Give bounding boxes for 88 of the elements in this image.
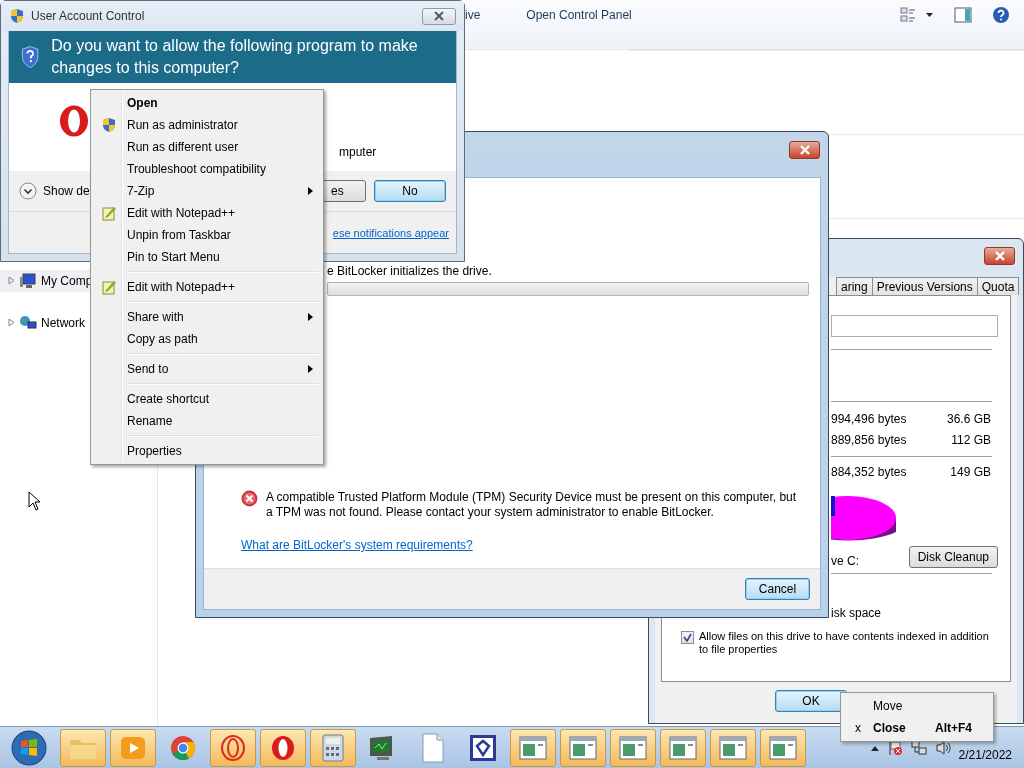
menu-item[interactable]: Create shortcut	[93, 388, 321, 410]
document-icon[interactable]	[421, 732, 445, 763]
menu-item[interactable]: Pin to Start Menu	[93, 246, 321, 268]
requirements-link[interactable]: What are BitLocker's system requirements?	[241, 538, 473, 552]
close-button[interactable]	[789, 141, 820, 159]
close-button[interactable]	[984, 247, 1015, 265]
shield-icon	[101, 117, 117, 133]
menu-item[interactable]: Send to	[93, 358, 321, 380]
taskbar-button[interactable]	[260, 728, 306, 767]
menu-item[interactable]: Troubleshoot compatibility	[93, 158, 321, 180]
mouse-pointer-icon	[28, 491, 42, 511]
help-icon[interactable]	[992, 6, 1010, 24]
chrome-icon[interactable]	[169, 733, 197, 762]
notepad-icon	[101, 279, 117, 295]
toolbar-button[interactable]: ive	[465, 8, 481, 22]
show-hidden-icons-icon[interactable]	[870, 744, 879, 751]
menu-item[interactable]: Unpin from Taskbar	[93, 224, 321, 246]
window-title: User Account Control	[31, 9, 145, 23]
drive-label: ve C:	[831, 554, 860, 568]
network-icon	[19, 315, 37, 331]
close-icon	[993, 251, 1006, 261]
close-button[interactable]	[422, 7, 456, 25]
byte-count: 884,352 bytes	[831, 464, 908, 479]
name-field[interactable]	[831, 315, 998, 337]
tab[interactable]: Quota	[976, 277, 1020, 295]
uac-question: Do you want to allow the following program to make changes to this computer?	[51, 36, 419, 78]
byte-count: 889,856 bytes	[831, 432, 908, 447]
opera-icon[interactable]	[269, 733, 297, 762]
option-label: isk space	[831, 606, 883, 620]
no-button[interactable]: No	[374, 180, 446, 202]
ring-icon[interactable]	[219, 733, 247, 762]
menu-item[interactable]: Edit with Notepad++	[93, 202, 321, 224]
menu-item[interactable]: x Close Alt+F4	[843, 717, 991, 739]
menu-item[interactable]: Edit with Notepad++	[93, 276, 321, 298]
tree-item[interactable]: Network	[41, 316, 85, 330]
yes-button[interactable]: es	[322, 180, 366, 202]
tab[interactable]: Previous Versions	[871, 277, 978, 295]
window-icon[interactable]	[618, 734, 648, 761]
collapsed-arrow-icon[interactable]	[8, 276, 15, 285]
close-icon	[798, 145, 811, 155]
collapsed-arrow-icon[interactable]	[8, 318, 15, 327]
taskbar-button[interactable]	[310, 728, 356, 767]
byte-count: 994,496 bytes	[831, 411, 908, 426]
close-icon	[433, 11, 445, 21]
window-icon[interactable]	[518, 734, 548, 761]
menu-item[interactable]: Run as administrator	[93, 114, 321, 136]
notepad-icon	[101, 205, 117, 221]
show-details-button[interactable]: Show de	[19, 182, 90, 200]
disk-cleanup-button[interactable]: Disk Cleanup	[908, 546, 998, 568]
ok-button[interactable]: OK	[775, 690, 847, 712]
size-value: 149 GB	[949, 464, 991, 479]
menu-item[interactable]: 7-Zip	[93, 180, 321, 202]
speaker-icon[interactable]	[934, 739, 951, 756]
size-value: 36.6 GB	[945, 411, 991, 426]
menu-item[interactable]: Share with	[93, 306, 321, 328]
network-icon[interactable]	[910, 739, 927, 756]
status-text: e BitLocker initializes the drive.	[327, 264, 493, 278]
program-text: mputer	[339, 145, 377, 159]
cancel-button[interactable]: Cancel	[745, 578, 810, 600]
submenu-arrow-icon	[308, 365, 313, 373]
notifications-link[interactable]: ese notifications appear	[332, 226, 449, 239]
menu-item[interactable]: Copy as path	[93, 328, 321, 350]
window-icon[interactable]	[668, 734, 698, 761]
menu-item[interactable]: Rename	[93, 410, 321, 432]
tab[interactable]: aring	[836, 277, 873, 295]
submenu-arrow-icon	[308, 313, 313, 321]
menu-item[interactable]: Run as different user	[93, 136, 321, 158]
view-options-icon[interactable]	[900, 7, 934, 23]
computer-icon	[19, 273, 37, 289]
calculator-icon[interactable]	[321, 733, 345, 762]
flag-icon[interactable]	[886, 739, 903, 756]
window-icon[interactable]	[568, 734, 598, 761]
shield-icon	[9, 8, 25, 24]
menu-item[interactable]: Open	[93, 92, 321, 114]
app-icon[interactable]	[469, 733, 497, 762]
menu-item[interactable]: Properties	[93, 440, 321, 462]
chevron-icon	[19, 182, 37, 200]
size-value: 112 GB	[950, 432, 991, 447]
error-icon	[241, 490, 258, 507]
preview-pane-icon[interactable]	[954, 7, 972, 23]
window-icon[interactable]	[718, 734, 748, 761]
checkbox[interactable]	[681, 631, 694, 644]
error-message: A compatible Trusted Platform Module (TPM) Security Device must be present on this computer, but a TPM was not found. Please contact your system administrator to enable BitLocker.	[265, 490, 798, 520]
option-label: Allow files on this drive to have contents indexed in addition to file properties	[699, 630, 990, 656]
opera-logo-icon	[59, 105, 89, 137]
window-icon[interactable]	[768, 734, 798, 761]
submenu-arrow-icon	[308, 187, 313, 195]
toolbar-button[interactable]: Open Control Panel	[526, 8, 632, 22]
